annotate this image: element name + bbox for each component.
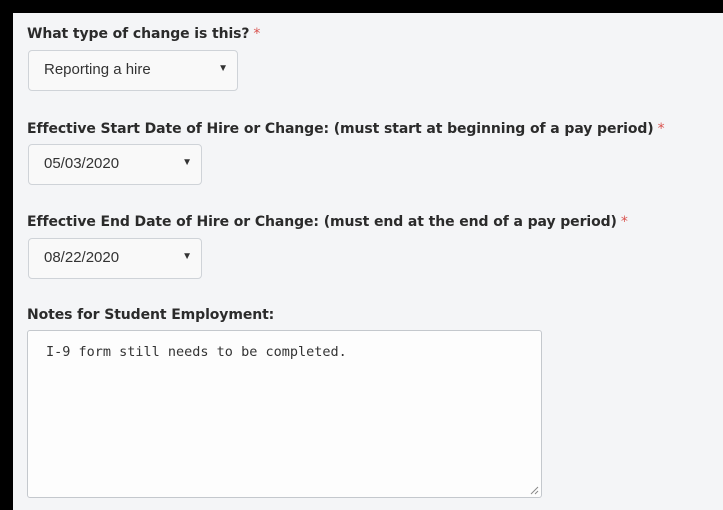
notes-textarea[interactable]: I-9 form still needs to be completed. bbox=[27, 330, 542, 498]
end-date-label-text: Effective End Date of Hire or Change: (m… bbox=[27, 214, 617, 230]
start-date-select[interactable]: 05/03/2020 ▼ bbox=[28, 144, 202, 185]
required-asterisk: * bbox=[253, 26, 261, 42]
resize-grip-icon[interactable] bbox=[529, 485, 539, 495]
chevron-down-icon: ▼ bbox=[218, 63, 228, 74]
form-panel: What type of change is this? * Reporting … bbox=[13, 13, 723, 510]
end-date-select[interactable]: 08/22/2020 ▼ bbox=[28, 238, 202, 279]
change-type-label-text: What type of change is this? bbox=[27, 26, 250, 42]
notes-label: Notes for Student Employment: bbox=[27, 307, 274, 323]
notes-label-text: Notes for Student Employment: bbox=[27, 307, 275, 323]
start-date-label: Effective Start Date of Hire or Change: … bbox=[27, 121, 665, 137]
end-date-value: 08/22/2020 bbox=[44, 249, 120, 266]
chevron-down-icon: ▼ bbox=[182, 157, 192, 168]
required-asterisk: * bbox=[657, 121, 665, 137]
start-date-value: 05/03/2020 bbox=[44, 155, 120, 172]
change-type-label: What type of change is this? * bbox=[27, 26, 260, 42]
change-type-select[interactable]: Reporting a hire ▼ bbox=[28, 50, 238, 91]
start-date-label-text: Effective Start Date of Hire or Change: … bbox=[27, 121, 654, 137]
chevron-down-icon: ▼ bbox=[182, 251, 192, 262]
change-type-value: Reporting a hire bbox=[44, 61, 151, 78]
end-date-label: Effective End Date of Hire or Change: (m… bbox=[27, 214, 628, 230]
required-asterisk: * bbox=[620, 214, 628, 230]
notes-value: I-9 form still needs to be completed. bbox=[46, 344, 347, 360]
